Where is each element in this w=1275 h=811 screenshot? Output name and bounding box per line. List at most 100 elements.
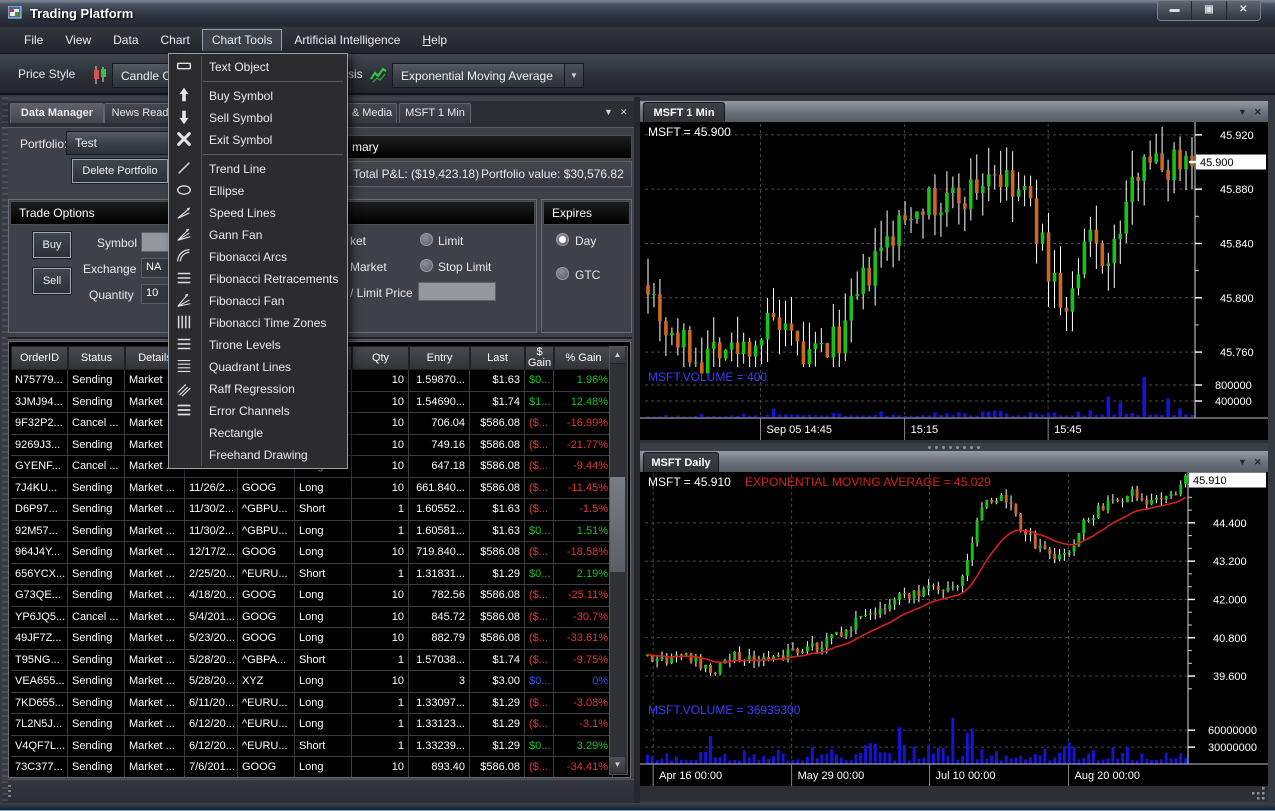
table-cell[interactable]: 7KD655... — [11, 693, 68, 715]
dock-grip[interactable] — [2, 97, 8, 803]
table-cell[interactable]: 7/6/201... — [185, 757, 238, 778]
table-cell[interactable]: GOOG — [238, 607, 295, 629]
table-cell[interactable]: -3.1% — [554, 714, 613, 736]
table-cell[interactable]: 3 — [409, 671, 470, 693]
table-cell[interactable]: Long — [295, 521, 352, 543]
menu-item-ellipse[interactable]: Ellipse — [169, 180, 347, 202]
table-cell[interactable]: V4QF7L... — [11, 736, 68, 758]
msft-daily-candlestick-chart[interactable]: 44.40043.20042.00040.80039.6006000000030… — [640, 472, 1268, 801]
table-cell[interactable]: 964J4Y... — [11, 542, 68, 564]
chart-close-icon[interactable]: ✕ — [1254, 107, 1262, 118]
close-button[interactable]: ✕ — [1227, 1, 1260, 20]
table-cell[interactable]: -1.5% — [554, 499, 613, 521]
stop-limit-price-input[interactable] — [418, 282, 496, 301]
table-cell[interactable]: 10 — [352, 585, 409, 607]
menu-item-raff-regression[interactable]: Raff Regression — [169, 378, 347, 400]
table-cell[interactable]: 11/30/2... — [185, 499, 238, 521]
table-cell[interactable]: 1.33239... — [409, 736, 470, 758]
table-cell[interactable]: -25.11% — [554, 585, 613, 607]
table-cell[interactable]: 5/28/20... — [185, 671, 238, 693]
table-cell[interactable]: $1.29 — [470, 736, 525, 758]
table-cell[interactable]: 1 — [352, 714, 409, 736]
table-cell[interactable]: 1 — [352, 736, 409, 758]
menu-item-buy-symbol[interactable]: Buy Symbol — [169, 85, 347, 107]
table-cell[interactable]: Short — [295, 736, 352, 758]
table-cell[interactable]: $586.08 — [470, 413, 525, 435]
table-cell[interactable]: 10 — [352, 478, 409, 500]
table-cell[interactable]: $0... — [525, 521, 554, 543]
column-header[interactable]: Status — [68, 346, 125, 370]
table-cell[interactable]: 7L2N5J... — [11, 714, 68, 736]
table-cell[interactable]: $1.29 — [470, 693, 525, 715]
table-cell[interactable]: D6P97... — [11, 499, 68, 521]
table-cell[interactable]: 1 — [352, 499, 409, 521]
table-cell[interactable]: Long — [295, 585, 352, 607]
table-cell[interactable]: Long — [295, 757, 352, 778]
table-cell[interactable]: 49JF7Z... — [11, 628, 68, 650]
table-cell[interactable]: Long — [295, 693, 352, 715]
table-cell[interactable]: -3.08% — [554, 693, 613, 715]
table-cell[interactable]: Market ... — [125, 671, 185, 693]
table-cell[interactable]: Sending — [68, 650, 125, 672]
table-cell[interactable]: 5/23/20... — [185, 628, 238, 650]
table-cell[interactable]: Short — [295, 499, 352, 521]
table-cell[interactable]: 1.59870... — [409, 370, 470, 392]
title-bar[interactable]: Trading Platform ▬ ▣ ✕ — [0, 1, 1275, 27]
table-cell[interactable]: ^EURU... — [238, 714, 295, 736]
table-cell[interactable]: 5/28/20... — [185, 650, 238, 672]
table-cell[interactable]: $0... — [525, 370, 554, 392]
table-cell[interactable]: G73QE... — [11, 585, 68, 607]
table-cell[interactable]: 10 — [352, 628, 409, 650]
table-cell[interactable]: $0... — [525, 671, 554, 693]
column-header[interactable]: Entry — [409, 346, 470, 370]
table-cell[interactable]: 782.56 — [409, 585, 470, 607]
table-cell[interactable]: ($... — [525, 585, 554, 607]
table-cell[interactable]: 1.31831... — [409, 564, 470, 586]
column-header[interactable]: OrderID — [11, 346, 68, 370]
table-cell[interactable]: 4/18/20... — [185, 585, 238, 607]
table-cell[interactable]: 882.79 — [409, 628, 470, 650]
menu-item-gann-fan[interactable]: Gann Fan — [169, 224, 347, 246]
table-cell[interactable]: Market ... — [125, 478, 185, 500]
table-cell[interactable]: $586.08 — [470, 435, 525, 457]
menu-item-error-channels[interactable]: Error Channels — [169, 400, 347, 422]
table-cell[interactable]: ($... — [525, 435, 554, 457]
table-cell[interactable]: 11/30/2... — [185, 521, 238, 543]
table-cell[interactable]: Cancel ... — [68, 413, 125, 435]
minimize-button[interactable]: ▬ — [1158, 1, 1192, 20]
table-cell[interactable]: $1.74 — [470, 392, 525, 414]
table-cell[interactable]: ($... — [525, 693, 554, 715]
table-cell[interactable]: $1.74 — [470, 650, 525, 672]
table-cell[interactable]: 1 — [352, 564, 409, 586]
table-cell[interactable]: 1.54690... — [409, 392, 470, 414]
table-scrollbar[interactable]: ▲ ▼ — [609, 346, 628, 775]
table-cell[interactable]: 10 — [352, 757, 409, 778]
table-cell[interactable]: 2.19% — [554, 564, 613, 586]
analysis-combo[interactable]: Exponential Moving Average ▼ — [392, 63, 584, 88]
column-header[interactable]: Last — [470, 346, 525, 370]
table-cell[interactable]: 10 — [352, 607, 409, 629]
table-cell[interactable]: GOOG — [238, 478, 295, 500]
table-cell[interactable]: GOOG — [238, 585, 295, 607]
menu-item-fibonacci-time-zones[interactable]: Fibonacci Time Zones — [169, 312, 347, 334]
table-cell[interactable]: 6/11/20... — [185, 693, 238, 715]
table-cell[interactable]: ($... — [525, 456, 554, 478]
tab-close-icon[interactable]: ✕ — [620, 107, 628, 118]
table-cell[interactable]: 845.72 — [409, 607, 470, 629]
table-cell[interactable]: ($... — [525, 628, 554, 650]
table-cell[interactable]: Long — [295, 607, 352, 629]
table-cell[interactable]: Sending — [68, 628, 125, 650]
table-cell[interactable]: 92M57... — [11, 521, 68, 543]
table-cell[interactable]: 1.60552... — [409, 499, 470, 521]
menu-item-speed-lines[interactable]: Speed Lines — [169, 202, 347, 224]
table-cell[interactable]: 73C377... — [11, 757, 68, 778]
table-cell[interactable]: Market ... — [125, 564, 185, 586]
table-cell[interactable]: 12/17/2... — [185, 542, 238, 564]
table-cell[interactable]: $1.63 — [470, 521, 525, 543]
menu-item-rectangle[interactable]: Rectangle — [169, 422, 347, 444]
table-cell[interactable]: 1 — [352, 693, 409, 715]
chart-menu-icon[interactable]: ▼ — [1238, 107, 1247, 117]
table-cell[interactable]: Sending — [68, 392, 125, 414]
gtc-radio[interactable] — [556, 267, 569, 280]
table-cell[interactable]: 10 — [352, 671, 409, 693]
